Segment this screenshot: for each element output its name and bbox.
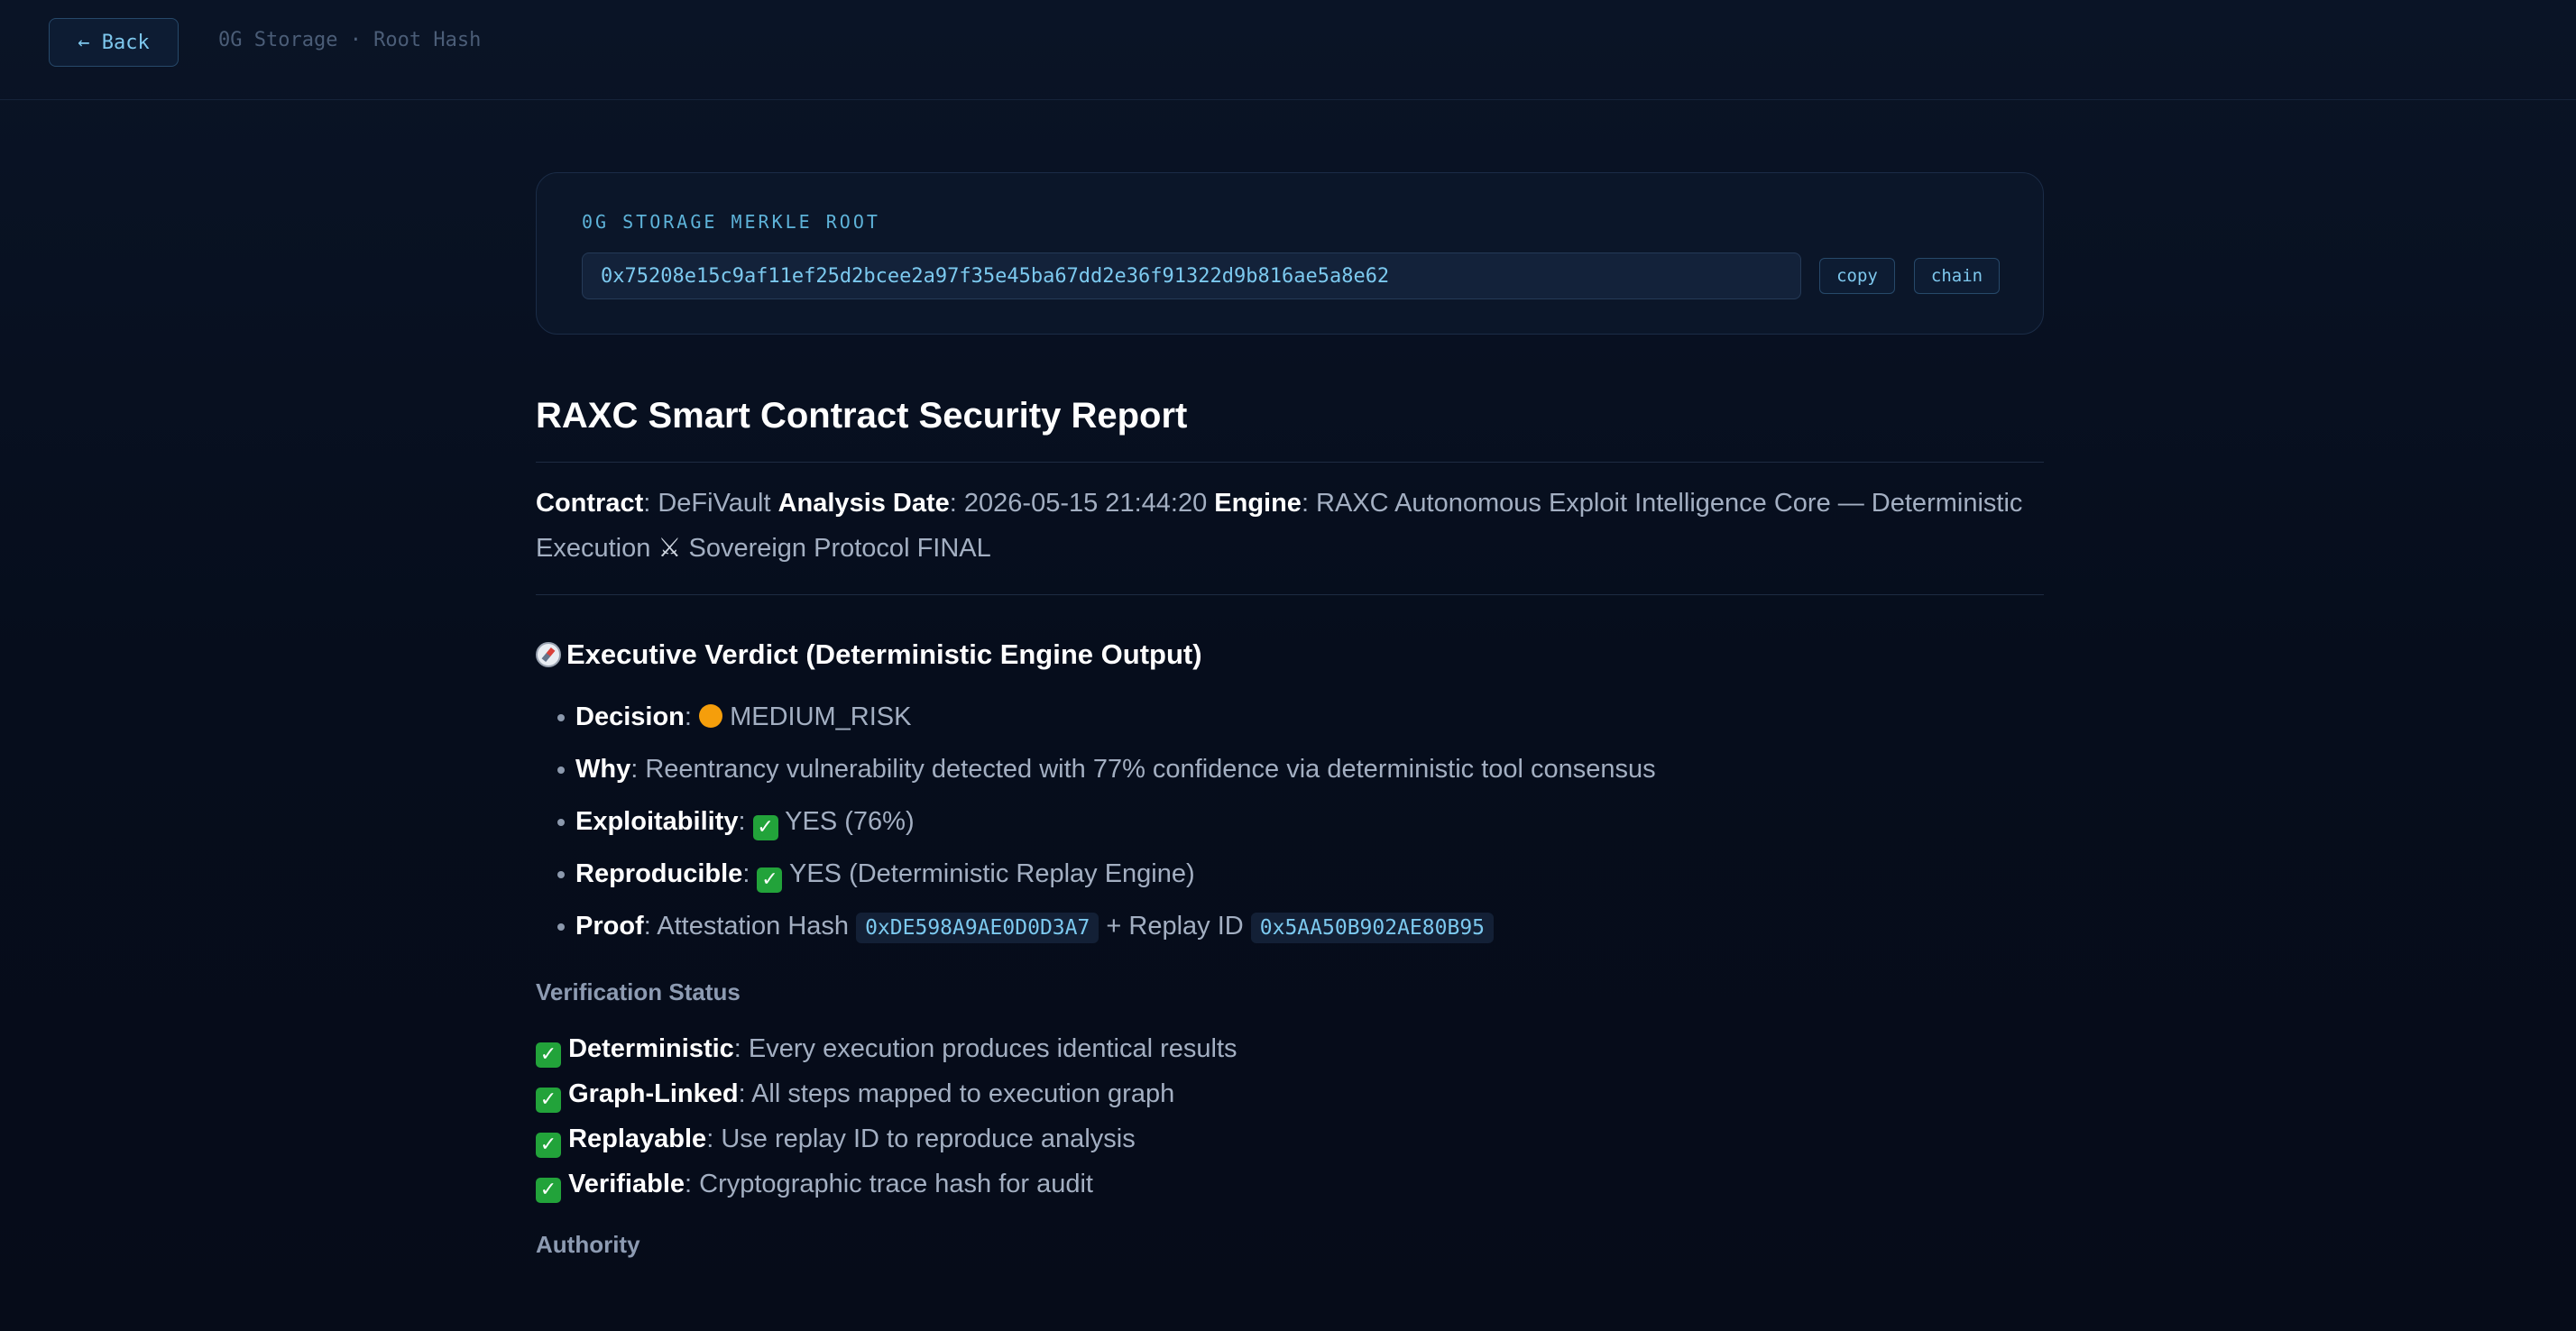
check-mark-icon: ✓	[536, 1178, 561, 1203]
list-item: Exploitability: ✓ YES (76%)	[557, 795, 2044, 848]
list-item: ✓ Verifiable: Cryptographic trace hash f…	[536, 1161, 2044, 1207]
exploitability-value: YES (76%)	[785, 807, 915, 836]
proof-key: Proof	[575, 912, 644, 941]
list-item: Decision: MEDIUM_RISK	[557, 691, 2044, 743]
list-item: ✓ Deterministic: Every execution produce…	[536, 1026, 2044, 1071]
status-value: : Cryptographic trace hash for audit	[685, 1170, 1093, 1198]
chain-button[interactable]: chain	[1914, 258, 2000, 294]
list-item: Reproducible: ✓ YES (Deterministic Repla…	[557, 848, 2044, 900]
divider	[536, 594, 2044, 595]
status-key: Deterministic	[568, 1034, 734, 1063]
merkle-root-label: 0G STORAGE MERKLE ROOT	[582, 211, 880, 233]
decision-value: MEDIUM_RISK	[730, 702, 912, 731]
crossed-swords-icon: ⚔	[658, 534, 682, 563]
contract-value: : DeFiVault	[643, 489, 778, 518]
reproducible-key: Reproducible	[575, 859, 743, 888]
status-key: Graph-Linked	[568, 1079, 739, 1108]
back-button-label: ← Back	[78, 31, 150, 54]
status-value: : All steps mapped to execution graph	[738, 1079, 1175, 1108]
check-mark-icon: ✓	[536, 1042, 561, 1068]
merkle-root-card: 0G STORAGE MERKLE ROOT 0x75208e15c9af11e…	[536, 172, 2044, 335]
check-mark-icon: ✓	[536, 1133, 561, 1158]
report-content: RAXC Smart Contract Security Report Cont…	[536, 388, 2044, 1262]
analysis-date-value: : 2026-05-15 21:44:20	[949, 489, 1215, 518]
check-mark-icon: ✓	[752, 815, 778, 840]
decision-key: Decision	[575, 702, 685, 731]
back-button[interactable]: ← Back	[49, 18, 179, 67]
compass-icon	[536, 642, 561, 667]
list-item: Why: Reentrancy vulnerability detected w…	[557, 743, 2044, 795]
check-mark-icon: ✓	[536, 1088, 561, 1113]
why-value: : Reentrancy vulnerability detected with…	[630, 755, 1656, 784]
verdict-list: Decision: MEDIUM_RISK Why: Reentrancy vu…	[536, 691, 2044, 952]
contract-key: Contract	[536, 489, 644, 518]
engine-value-suffix: Sovereign Protocol FINAL	[681, 534, 991, 563]
status-key: Replayable	[568, 1124, 707, 1153]
proof-text-replay: + Replay ID	[1099, 912, 1251, 941]
executive-verdict-heading: Executive Verdict (Deterministic Engine …	[536, 635, 2044, 675]
analysis-date-key: Analysis Date	[777, 489, 950, 518]
list-item: Proof: Attestation Hash 0xDE598A9AE0D0D3…	[557, 900, 2044, 952]
why-key: Why	[575, 755, 631, 784]
report-title: RAXC Smart Contract Security Report	[536, 396, 1188, 436]
verification-status-heading: Verification Status	[536, 978, 741, 1005]
proof-text: : Attestation Hash	[643, 912, 857, 941]
authority-heading: Authority	[536, 1231, 640, 1258]
attestation-hash: 0xDE598A9AE0D0D3A7	[856, 913, 1099, 943]
status-value: : Use replay ID to reproduce analysis	[706, 1124, 1136, 1153]
reproducible-value: YES (Deterministic Replay Engine)	[788, 859, 1195, 888]
report-meta: Contract: DeFiVault Analysis Date: 2026-…	[536, 463, 2044, 594]
list-item: ✓ Replayable: Use replay ID to reproduce…	[536, 1116, 2044, 1161]
verification-status-list: ✓ Deterministic: Every execution produce…	[536, 1026, 2044, 1207]
list-item: ✓ Graph-Linked: All steps mapped to exec…	[536, 1071, 2044, 1116]
breadcrumb: 0G Storage · Root Hash	[218, 29, 482, 51]
copy-button[interactable]: copy	[1819, 258, 1895, 294]
replay-id: 0x5AA50B902AE80B95	[1250, 913, 1495, 943]
executive-verdict-title: Executive Verdict (Deterministic Engine …	[566, 638, 1202, 670]
merkle-root-hash-field[interactable]: 0x75208e15c9af11ef25d2bcee2a97f35e45ba67…	[582, 252, 1801, 299]
top-bar: ← Back 0G Storage · Root Hash	[0, 0, 2576, 100]
status-value: : Every execution produces identical res…	[733, 1034, 1237, 1063]
orange-circle-icon	[699, 704, 722, 728]
exploitability-key: Exploitability	[575, 807, 739, 836]
check-mark-icon: ✓	[757, 867, 783, 893]
engine-key: Engine	[1214, 489, 1302, 518]
status-key: Verifiable	[568, 1170, 685, 1198]
